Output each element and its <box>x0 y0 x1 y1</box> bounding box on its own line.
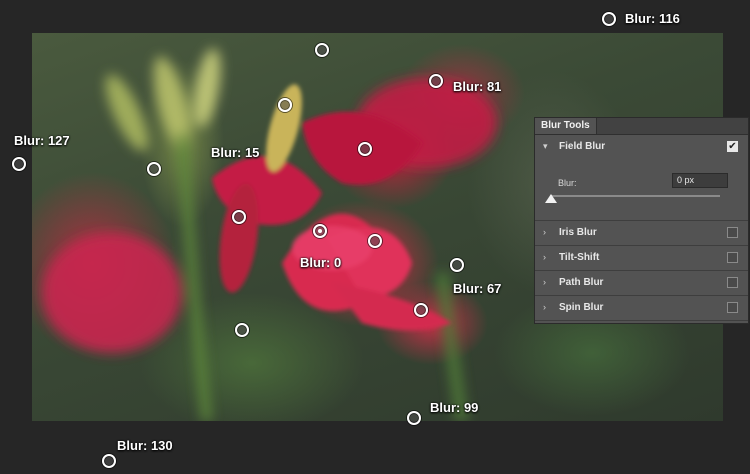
iris-blur-title[interactable]: Iris Blur <box>559 227 597 238</box>
chevron-right-icon[interactable]: › <box>543 252 546 262</box>
iris-blur-section[interactable]: › Iris Blur <box>535 221 748 246</box>
blur-pin[interactable] <box>407 411 421 425</box>
blur-slider-track[interactable] <box>550 195 720 197</box>
blur-amount-input[interactable]: 0 px <box>672 173 728 188</box>
blur-pin[interactable] <box>450 258 464 272</box>
blur-tools-panel: Blur Tools ▾ Field Blur ✔ Blur: 0 px › I… <box>534 117 749 324</box>
blur-pin-active[interactable] <box>313 224 327 238</box>
spin-blur-section[interactable]: › Spin Blur <box>535 296 748 321</box>
field-blur-title[interactable]: Field Blur <box>559 141 605 152</box>
iris-blur-checkbox[interactable] <box>727 227 738 238</box>
blur-pin-label: Blur: 116 <box>625 11 680 26</box>
spin-blur-title[interactable]: Spin Blur <box>559 302 603 313</box>
blur-pin[interactable] <box>414 303 428 317</box>
blur-pin[interactable] <box>358 142 372 156</box>
blur-pin-label: Blur: 130 <box>117 438 173 453</box>
blur-pin-label: Blur: 0 <box>300 255 342 270</box>
blur-pin-label: Blur: 67 <box>453 281 502 296</box>
blur-pin[interactable] <box>235 323 249 337</box>
blur-pin[interactable] <box>315 43 329 57</box>
blur-pin-label: Blur: 15 <box>211 145 260 160</box>
field-blur-section: ▾ Field Blur ✔ Blur: 0 px <box>535 135 748 221</box>
tab-blur-tools[interactable]: Blur Tools <box>535 118 597 134</box>
path-blur-title[interactable]: Path Blur <box>559 277 603 288</box>
field-blur-checkbox[interactable]: ✔ <box>727 141 738 152</box>
panel-tabbar: Blur Tools <box>535 118 748 135</box>
blur-pin-label: Blur: 81 <box>453 79 502 94</box>
chevron-right-icon[interactable]: › <box>543 302 546 312</box>
blur-pin-label: Blur: 99 <box>430 400 479 415</box>
blur-pin[interactable] <box>368 234 382 248</box>
path-blur-section[interactable]: › Path Blur <box>535 271 748 296</box>
tilt-shift-title[interactable]: Tilt-Shift <box>559 252 599 263</box>
blur-pin[interactable] <box>429 74 443 88</box>
blur-pin[interactable] <box>147 162 161 176</box>
blur-pin[interactable] <box>232 210 246 224</box>
spin-blur-checkbox[interactable] <box>727 302 738 313</box>
blur-pin[interactable] <box>12 157 26 171</box>
blur-pin[interactable] <box>278 98 292 112</box>
blur-pin[interactable] <box>102 454 116 468</box>
blur-pin[interactable] <box>602 12 616 26</box>
chevron-right-icon[interactable]: › <box>543 277 546 287</box>
blur-slider-thumb[interactable] <box>545 194 557 203</box>
chevron-down-icon[interactable]: ▾ <box>543 141 548 152</box>
tilt-shift-checkbox[interactable] <box>727 252 738 263</box>
blur-pin-label: Blur: 127 <box>14 133 70 148</box>
tilt-shift-section[interactable]: › Tilt-Shift <box>535 246 748 271</box>
path-blur-checkbox[interactable] <box>727 277 738 288</box>
blur-amount-label: Blur: <box>558 178 577 188</box>
chevron-right-icon[interactable]: › <box>543 227 546 237</box>
